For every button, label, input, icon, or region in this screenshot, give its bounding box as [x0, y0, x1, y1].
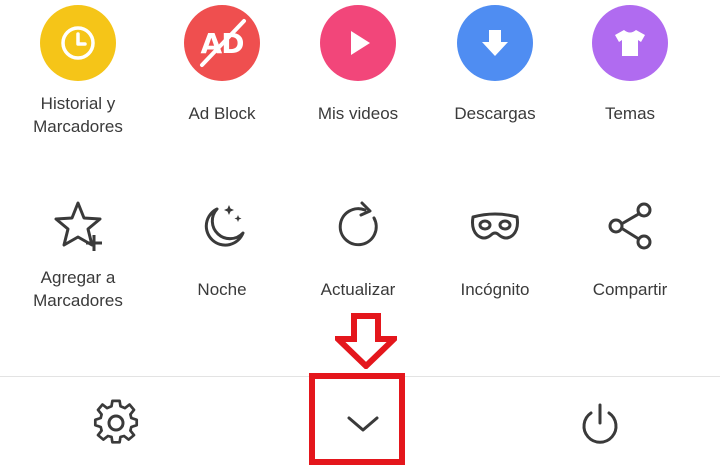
mask-icon — [465, 196, 525, 256]
exit-button[interactable] — [570, 397, 630, 451]
settings-button[interactable] — [86, 397, 146, 451]
refresh-icon — [328, 196, 388, 256]
menu-item-label: Mis videos — [317, 104, 399, 123]
menu-item-label: Descargas — [454, 104, 536, 123]
menu-item-actualizar[interactable]: Actualizar — [286, 190, 430, 325]
gear-icon — [93, 399, 139, 444]
share-icon — [600, 196, 660, 256]
menu-item-label: Actualizar — [320, 280, 396, 299]
menu-item-incognito[interactable]: Incógnito — [423, 190, 567, 325]
menu-item-label: Temas — [604, 104, 656, 123]
tshirt-icon — [592, 5, 668, 81]
annotation-highlight-box — [309, 373, 405, 465]
menu-item-label: Historial y Marcadores — [33, 94, 123, 136]
download-icon — [457, 5, 533, 81]
menu-item-label: Compartir — [592, 280, 668, 299]
menu-item-mis-videos[interactable]: Mis videos — [286, 0, 430, 145]
star-plus-icon — [48, 196, 108, 256]
power-icon — [582, 403, 618, 444]
menu-item-historial[interactable]: Historial y Marcadores — [6, 0, 150, 145]
menu-item-label: Agregar a Marcadores — [33, 268, 123, 310]
menu-item-label: Noche — [197, 280, 247, 299]
play-icon — [320, 5, 396, 81]
menu-item-ad-block[interactable]: AD Ad Block — [150, 0, 294, 145]
menu-item-agregar-marcadores[interactable]: Agregar a Marcadores — [6, 190, 150, 325]
menu-item-label: Incógnito — [460, 280, 530, 299]
menu-item-compartir[interactable]: Compartir — [558, 190, 702, 325]
menu-item-noche[interactable]: Noche — [150, 190, 294, 325]
menu-item-descargas[interactable]: Descargas — [423, 0, 567, 145]
moon-icon — [192, 196, 252, 256]
clock-icon — [40, 5, 116, 81]
annotation-arrow-icon — [335, 313, 397, 369]
menu-item-temas[interactable]: Temas — [558, 0, 702, 145]
ad-block-icon: AD — [184, 5, 260, 81]
menu-item-label: Ad Block — [188, 104, 256, 123]
